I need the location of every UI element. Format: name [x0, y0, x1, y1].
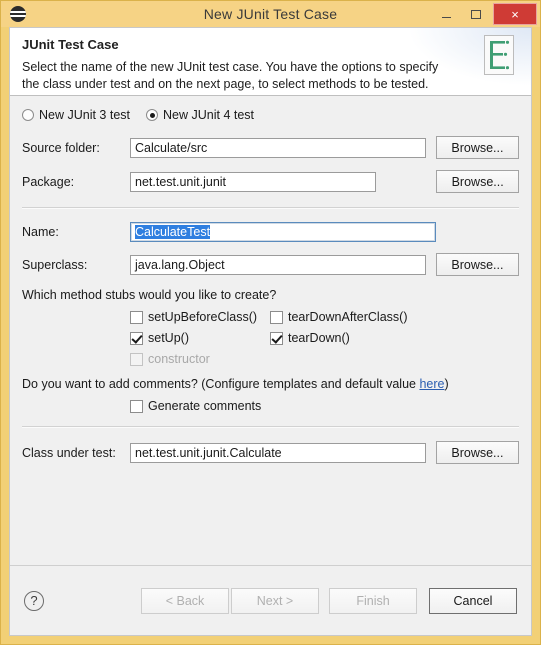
- checkbox-indicator: [270, 331, 283, 345]
- title-bar: New JUnit Test Case ×: [1, 1, 540, 27]
- name-input[interactable]: CalculateTest: [130, 222, 436, 242]
- comments-question-prefix: Do you want to add comments? (Configure …: [22, 377, 420, 391]
- package-value: net.test.unit.junit: [135, 174, 227, 189]
- checkbox-indicator: [130, 331, 143, 345]
- browse-label: Browse...: [451, 445, 504, 460]
- checkbox-indicator: [130, 399, 143, 413]
- source-folder-label: Source folder:: [22, 140, 100, 155]
- help-glyph: ?: [30, 593, 38, 608]
- banner-title: JUnit Test Case: [22, 37, 119, 52]
- radio-label: New JUnit 4 test: [163, 108, 255, 122]
- source-folder-row: Source folder: Calculate/src Browse...: [22, 136, 519, 159]
- junit-test-case-icon: [484, 35, 514, 75]
- checkbox-indicator: [130, 310, 143, 324]
- close-button[interactable]: ×: [493, 3, 537, 25]
- package-input[interactable]: net.test.unit.junit: [130, 171, 377, 192]
- checkbox-label: setUp(): [148, 331, 189, 345]
- radio-new-junit-3-test[interactable]: New JUnit 3 test: [22, 108, 130, 122]
- banner-description: Select the name of the new JUnit test ca…: [22, 60, 439, 91]
- method-stubs-row-3: constructor: [22, 352, 519, 366]
- browse-label: Browse...: [451, 257, 504, 272]
- checkbox-constructor: constructor: [130, 352, 210, 366]
- class-under-test-input[interactable]: net.test.unit.junit.Calculate: [130, 442, 426, 463]
- checkbox-setupbeforeclass[interactable]: setUpBeforeClass(): [130, 310, 270, 324]
- back-label: < Back: [165, 593, 205, 608]
- back-button: < Back: [141, 587, 229, 614]
- radio-new-junit-4-test[interactable]: New JUnit 4 test: [146, 108, 254, 122]
- method-stubs-row-2: setUp() tearDown(): [22, 331, 519, 345]
- superclass-browse-button[interactable]: Browse...: [435, 253, 519, 276]
- package-browse-button[interactable]: Browse...: [436, 170, 519, 193]
- checkbox-generate-comments[interactable]: Generate comments: [130, 399, 261, 413]
- class-under-test-label: Class under test:: [22, 445, 116, 460]
- dialog-body: JUnit Test Case Select the name of the n…: [9, 27, 532, 636]
- cancel-button[interactable]: Cancel: [429, 587, 517, 614]
- package-label: Package:: [22, 174, 75, 189]
- method-stubs-question: Which method stubs would you like to cre…: [22, 288, 277, 302]
- browse-label: Browse...: [451, 174, 504, 189]
- junit-version-radio-group: New JUnit 3 test New JUnit 4 test: [22, 108, 519, 122]
- superclass-input[interactable]: java.lang.Object: [130, 254, 426, 275]
- source-folder-input[interactable]: Calculate/src: [130, 137, 426, 158]
- next-button: Next >: [231, 587, 319, 614]
- checkbox-label: constructor: [148, 352, 210, 366]
- class-under-test-value: net.test.unit.junit.Calculate: [135, 445, 282, 460]
- superclass-label: Superclass:: [22, 257, 88, 272]
- checkbox-teardown[interactable]: tearDown(): [270, 331, 350, 345]
- name-label: Name:: [22, 225, 59, 239]
- dialog-content: New JUnit 3 test New JUnit 4 test Source…: [10, 96, 531, 565]
- name-row: Name: CalculateTest: [22, 222, 519, 242]
- generate-comments-row: Generate comments: [22, 399, 519, 413]
- next-label: Next >: [256, 593, 294, 608]
- dialog-window: New JUnit Test Case × JUnit Test Case Se…: [0, 0, 541, 645]
- checkbox-teardownafterclass[interactable]: tearDownAfterClass(): [270, 310, 407, 324]
- finish-label: Finish: [356, 593, 390, 608]
- radio-indicator: [22, 109, 34, 121]
- browse-label: Browse...: [451, 140, 504, 155]
- checkbox-indicator: [130, 352, 143, 366]
- class-under-test-browse-button[interactable]: Browse...: [435, 441, 519, 464]
- source-folder-browse-button[interactable]: Browse...: [435, 136, 519, 159]
- radio-label: New JUnit 3 test: [39, 108, 131, 122]
- separator-bottom: [22, 426, 519, 428]
- checkbox-indicator: [270, 310, 283, 324]
- dialog-button-bar: ? < Back Next > Finish Cancel: [10, 565, 531, 635]
- configure-templates-link[interactable]: here: [419, 377, 444, 391]
- eclipse-icon: [10, 6, 26, 22]
- source-folder-value: Calculate/src: [135, 140, 208, 155]
- superclass-value: java.lang.Object: [135, 257, 225, 272]
- checkbox-label: Generate comments: [148, 399, 262, 413]
- class-under-test-row: Class under test: net.test.unit.junit.Ca…: [22, 441, 519, 464]
- nav-buttons: < Back Next > Finish Cancel: [141, 587, 517, 614]
- package-row: Package: net.test.unit.junit Browse...: [22, 170, 519, 193]
- help-icon[interactable]: ?: [24, 590, 44, 611]
- comments-question-suffix: ): [444, 377, 449, 391]
- window-controls: ×: [431, 1, 540, 27]
- separator-top: [22, 207, 519, 209]
- radio-indicator: [146, 109, 159, 121]
- close-icon: ×: [511, 6, 519, 22]
- checkbox-setup[interactable]: setUp(): [130, 331, 270, 345]
- dialog-banner: JUnit Test Case Select the name of the n…: [10, 28, 531, 96]
- minimize-button[interactable]: [431, 3, 461, 25]
- checkbox-label: tearDown(): [288, 331, 350, 345]
- cancel-label: Cancel: [453, 593, 493, 608]
- checkbox-label: setUpBeforeClass(): [148, 310, 258, 324]
- name-value: CalculateTest: [135, 225, 211, 239]
- finish-button: Finish: [329, 587, 417, 614]
- maximize-button[interactable]: [461, 3, 491, 25]
- comments-question: Do you want to add comments? (Configure …: [22, 377, 519, 391]
- method-stubs-row-1: setUpBeforeClass() tearDownAfterClass(): [22, 310, 519, 324]
- checkbox-label: tearDownAfterClass(): [288, 310, 408, 324]
- superclass-row: Superclass: java.lang.Object Browse...: [22, 253, 519, 276]
